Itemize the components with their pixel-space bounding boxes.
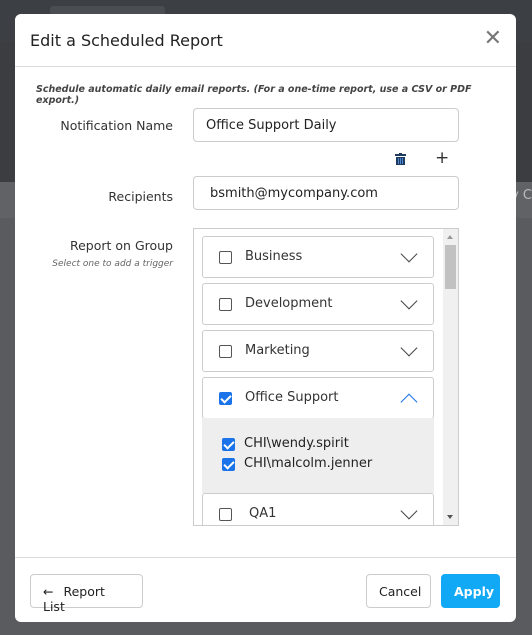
checkbox[interactable] — [219, 345, 232, 358]
group-name: Business — [245, 249, 303, 264]
close-icon[interactable]: ✕ — [484, 28, 502, 50]
group-name: Marketing — [245, 343, 310, 358]
group-hint: Select one to add a trigger — [52, 259, 173, 269]
chevron-up-icon[interactable] — [400, 393, 418, 411]
arrow-left-icon: ← — [43, 584, 54, 599]
scroll-down-icon[interactable] — [447, 515, 453, 519]
group-item-office-support[interactable]: Office Support — [202, 377, 434, 419]
scroll-up-icon[interactable] — [447, 235, 453, 239]
report-list-button[interactable]: ← Report List — [30, 574, 143, 614]
cancel-button[interactable]: Cancel — [366, 574, 431, 608]
recipients-label: Recipients — [108, 189, 173, 204]
recipients-input[interactable]: bsmith@mycompany.com — [193, 176, 459, 210]
group-item-development[interactable]: Development — [202, 283, 434, 325]
checkbox[interactable] — [219, 508, 232, 521]
dialog-footer: ← Report List Cancel Apply — [15, 557, 516, 622]
member-name: CHI\malcolm.jenner — [244, 456, 373, 471]
member-item[interactable]: CHI\wendy.spirit — [222, 436, 349, 451]
add-recipient-icon[interactable]: + — [435, 148, 449, 168]
notification-name-label: Notification Name — [60, 118, 173, 133]
dialog-header: Edit a Scheduled Report ✕ — [15, 14, 516, 67]
member-name: CHI\wendy.spirit — [244, 436, 349, 451]
notification-name-input[interactable]: Office Support Daily — [193, 108, 459, 142]
checkbox-checked[interactable] — [222, 458, 235, 471]
group-members: CHI\wendy.spirit CHI\malcolm.jenner — [202, 418, 434, 493]
trash-icon[interactable] — [395, 153, 406, 165]
scrollbar-thumb[interactable] — [445, 245, 456, 289]
info-note: Schedule automatic daily email reports. … — [36, 84, 472, 106]
group-list: Business Development Marketing Office Su… — [193, 228, 459, 526]
scrollbar[interactable] — [443, 229, 458, 525]
checkbox-checked[interactable] — [222, 438, 235, 451]
chevron-down-icon[interactable] — [400, 245, 418, 263]
group-item-marketing[interactable]: Marketing — [202, 330, 434, 372]
chevron-down-icon[interactable] — [400, 502, 418, 520]
group-name: Office Support — [245, 390, 339, 405]
group-item-qa1[interactable]: QA1 — [202, 493, 434, 525]
chevron-down-icon[interactable] — [400, 339, 418, 357]
apply-button[interactable]: Apply — [441, 574, 500, 608]
checkbox[interactable] — [219, 251, 232, 264]
group-item-business[interactable]: Business — [202, 236, 434, 278]
group-name: Development — [245, 296, 333, 311]
chevron-down-icon[interactable] — [400, 292, 418, 310]
dialog-title: Edit a Scheduled Report — [30, 31, 223, 50]
edit-scheduled-report-dialog: Edit a Scheduled Report ✕ Schedule autom… — [15, 14, 516, 622]
checkbox-checked[interactable] — [219, 392, 232, 405]
member-item[interactable]: CHI\malcolm.jenner — [222, 456, 372, 471]
checkbox[interactable] — [219, 298, 232, 311]
report-on-group-label: Report on Group — [69, 238, 173, 253]
group-name: QA1 — [249, 506, 277, 521]
